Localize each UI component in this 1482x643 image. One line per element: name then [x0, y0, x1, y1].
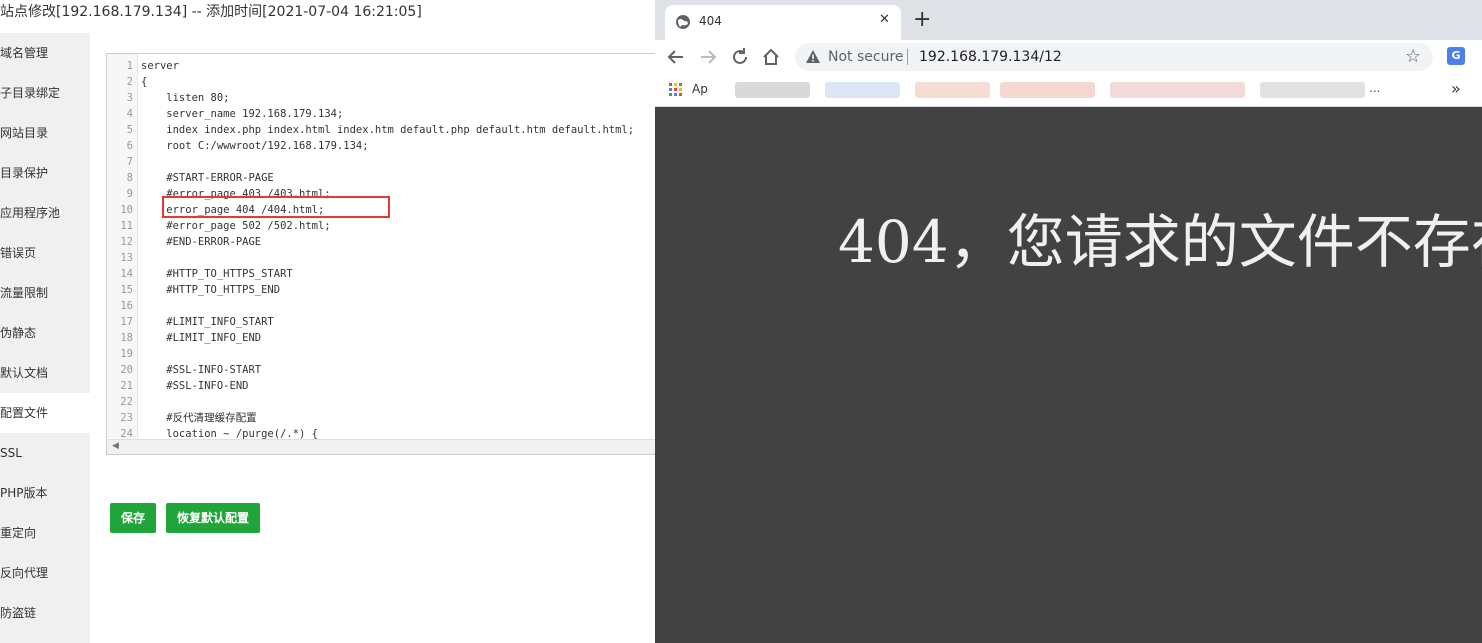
sidebar-item-error-page[interactable]: 错误页 [0, 233, 90, 273]
line-number: 6 [126, 140, 133, 152]
code-line[interactable]: #END-ERROR-PAGE [141, 234, 261, 250]
line-number: 11 [120, 220, 133, 232]
bookmark-ellipsis: ... [1369, 81, 1381, 95]
line-number: 8 [126, 172, 133, 184]
code-line[interactable]: server_name 192.168.179.134; [141, 106, 343, 122]
line-number: 14 [120, 268, 133, 280]
star-icon[interactable]: ☆ [1405, 46, 1421, 67]
reload-icon[interactable] [729, 46, 751, 68]
tab-title: 404 [699, 14, 722, 28]
dialog-title: 站点修改[192.168.179.134] -- 添加时间[2021-07-04… [0, 4, 422, 20]
line-number: 10 [120, 204, 133, 216]
config-code-editor[interactable]: 1 server 2 {3 listen 80; 4 server_name 192.1… [106, 53, 655, 455]
page-content: 404，您请求的文件不存在! [655, 107, 1482, 643]
sidebar-item-ssl[interactable]: SSL [0, 433, 90, 473]
line-number: 5 [126, 124, 133, 136]
translate-icon[interactable]: G [1447, 47, 1465, 65]
url-text[interactable]: 192.168.179.134/12 [919, 49, 1062, 65]
code-line[interactable]: #HTTP_TO_HTTPS_END [141, 282, 280, 298]
sidebar-item-config-file[interactable]: 配置文件 [0, 393, 90, 433]
restore-default-config-button[interactable]: 恢复默认配置 [166, 503, 260, 533]
sidebar-item-reverse-proxy[interactable]: 反向代理 [0, 553, 90, 593]
site-config-panel: 站点修改[192.168.179.134] -- 添加时间[2021-07-04… [0, 0, 655, 643]
settings-sidebar: 域名管理 子目录绑定 网站目录 目录保护 应用程序池 错误页 流量限制 伪静态 … [0, 33, 90, 643]
line-number: 22 [120, 396, 133, 408]
line-number: 19 [120, 348, 133, 360]
code-line[interactable]: index index.php index.html index.htm def… [141, 122, 634, 138]
forward-icon[interactable] [697, 46, 719, 68]
bookmark-item[interactable] [1110, 82, 1245, 98]
apps-grid-icon[interactable] [669, 83, 683, 97]
line-number: 17 [120, 316, 133, 328]
plus-icon[interactable]: + [913, 9, 931, 31]
sidebar-item-app-pool[interactable]: 应用程序池 [0, 193, 90, 233]
sidebar-item-default-doc[interactable]: 默认文档 [0, 353, 90, 393]
line-number: 7 [126, 156, 133, 168]
sidebar-item-traffic-limit[interactable]: 流量限制 [0, 273, 90, 313]
home-icon[interactable] [760, 46, 782, 68]
line-number: 2 [126, 76, 133, 88]
line-number: 20 [120, 364, 133, 376]
apps-bookmark-label[interactable]: Ap [692, 82, 708, 96]
code-line[interactable]: #HTTP_TO_HTTPS_START [141, 266, 292, 282]
line-number: 16 [120, 300, 133, 312]
line-number: 21 [120, 380, 133, 392]
bookmark-item[interactable] [1260, 82, 1365, 98]
sidebar-item-php-version[interactable]: PHP版本 [0, 473, 90, 513]
sidebar-item-site-directory[interactable]: 网站目录 [0, 113, 90, 153]
omnibox-divider [907, 49, 908, 65]
line-number: 3 [126, 92, 133, 104]
code-line[interactable]: #LIMIT_INFO_START [141, 314, 273, 330]
line-number: 4 [126, 108, 133, 120]
code-line[interactable]: { [141, 74, 147, 90]
error-404-message: 404，您请求的文件不存在! [838, 208, 1482, 276]
sidebar-item-dir-protection[interactable]: 目录保护 [0, 153, 90, 193]
code-line[interactable]: server [141, 58, 179, 74]
code-line[interactable]: #SSL-INFO-START [141, 362, 261, 378]
bookmark-item[interactable] [1000, 82, 1095, 98]
sidebar-item-rewrite[interactable]: 伪静态 [0, 313, 90, 353]
line-number: 12 [120, 236, 133, 248]
sidebar-item-subdir-binding[interactable]: 子目录绑定 [0, 73, 90, 113]
horizontal-scrollbar[interactable]: ◀ [107, 439, 655, 454]
back-icon[interactable] [665, 46, 687, 68]
browser-toolbar: Not secure 192.168.179.134/12 ☆ G [655, 40, 1482, 74]
sidebar-item-hotlink-protection[interactable]: 防盗链 [0, 593, 90, 633]
scroll-left-icon[interactable]: ◀ [112, 441, 119, 451]
code-line[interactable]: #START-ERROR-PAGE [141, 170, 273, 186]
code-line[interactable]: #SSL-INFO-END [141, 378, 248, 394]
globe-icon [676, 15, 690, 29]
line-number: 1 [126, 60, 133, 72]
bookmark-item[interactable] [735, 82, 810, 98]
bookmarks-bar: Ap ... » [655, 74, 1482, 107]
line-number: 23 [120, 412, 133, 424]
sidebar-item-redirect[interactable]: 重定向 [0, 513, 90, 553]
security-label[interactable]: Not secure [828, 49, 904, 65]
code-line[interactable]: listen 80; [141, 90, 229, 106]
bookmark-item[interactable] [915, 82, 990, 98]
save-button[interactable]: 保存 [110, 503, 156, 533]
warning-icon[interactable] [805, 49, 821, 65]
line-number: 18 [120, 332, 133, 344]
config-content: 1 server 2 {3 listen 80; 4 server_name 192.1… [90, 33, 655, 643]
close-icon[interactable]: ✕ [879, 12, 890, 27]
tab-404[interactable]: 404 ✕ [665, 5, 901, 40]
code-line[interactable]: root C:/wwwroot/192.168.179.134; [141, 138, 368, 154]
line-number: 13 [120, 252, 133, 264]
code-line[interactable]: #error_page 502 /502.html; [141, 218, 330, 234]
bookmark-item[interactable] [825, 82, 900, 98]
tab-strip: 404 ✕ + [655, 0, 1482, 40]
address-bar[interactable]: Not secure 192.168.179.134/12 ☆ [795, 43, 1433, 71]
code-line[interactable]: #反代清理缓存配置 [141, 410, 256, 426]
chevron-double-right-icon[interactable]: » [1451, 79, 1461, 98]
code-line[interactable]: #LIMIT_INFO_END [141, 330, 261, 346]
browser-window: 404 ✕ + Not secure 192.168.179.134/12 ☆ … [655, 0, 1482, 643]
line-number: 15 [120, 284, 133, 296]
sidebar-item-domain[interactable]: 域名管理 [0, 33, 90, 73]
line-number: 9 [126, 188, 133, 200]
highlight-annotation-box [162, 196, 390, 218]
